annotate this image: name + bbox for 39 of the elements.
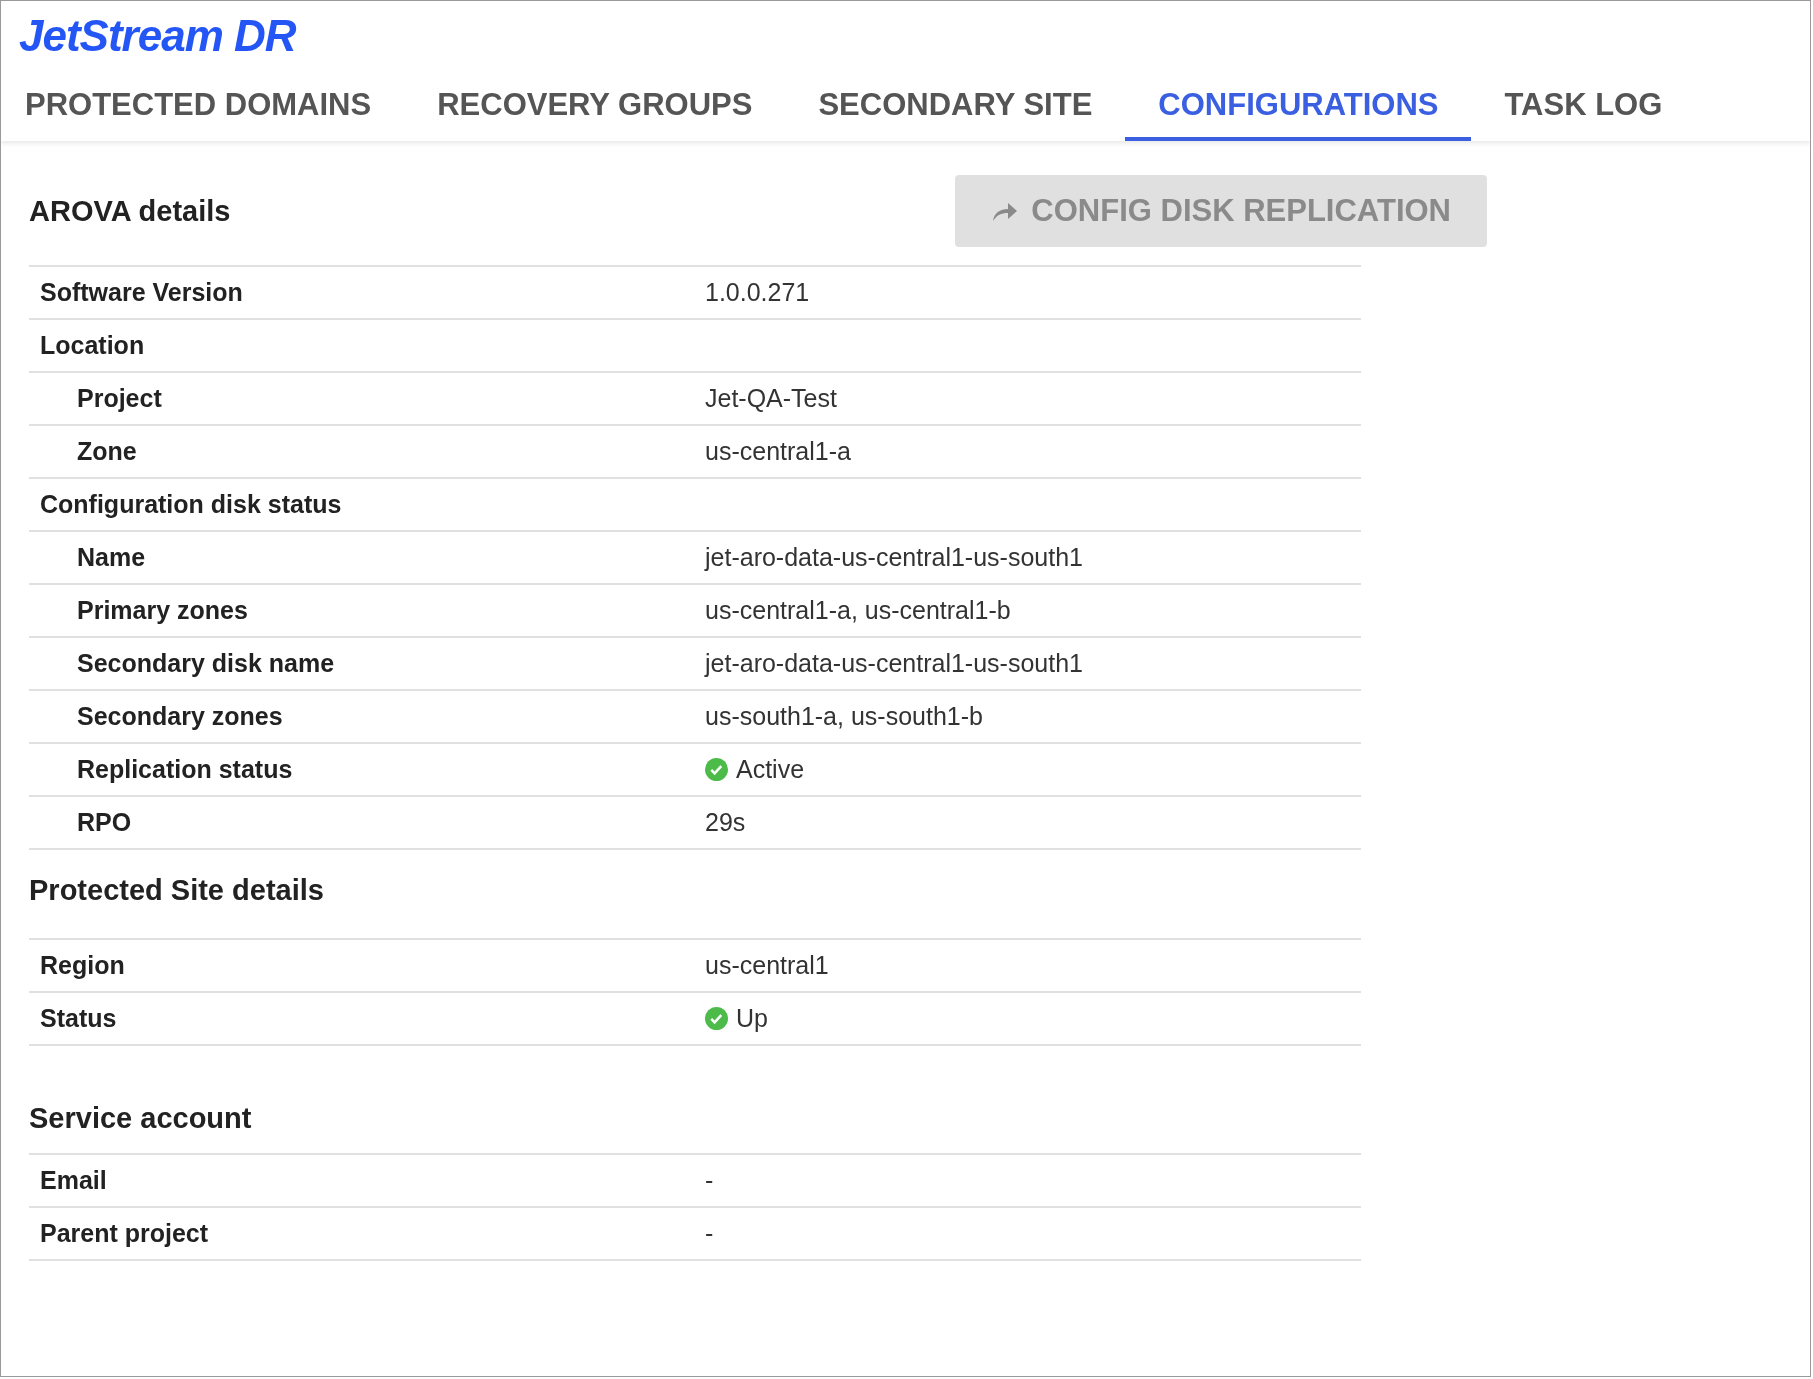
row-label: Configuration disk status [39,490,342,519]
row-label: Location [39,331,145,360]
row-label: Project [76,384,162,413]
nav-tab[interactable]: TASK LOG [1471,77,1696,141]
row-label: Primary zones [76,596,248,625]
row-value: 1.0.0.271 [705,278,810,307]
row-label: Email [39,1166,107,1195]
check-circle-icon [705,1007,728,1030]
row-label: Software Version [39,278,243,307]
row-label: Name [76,543,146,572]
row-value: us-south1-a, us-south1-b [705,702,983,731]
status-text: Active [736,755,805,784]
row-label: Status [39,1004,117,1033]
nav-tab[interactable]: RECOVERY GROUPS [404,77,786,141]
row-label: Secondary disk name [76,649,335,678]
nav-tab[interactable]: PROTECTED DOMAINS [19,77,405,141]
row-value: us-central1-a, us-central1-b [705,596,1011,625]
row-label: Replication status [76,755,293,784]
app-logo: JetStream DR [19,11,296,61]
row-value: - [705,1219,714,1248]
row-value: Jet-QA-Test [705,384,837,413]
status-text: Up [736,1004,768,1033]
row-value: 29s [705,808,746,837]
row-label: Parent project [39,1219,209,1248]
section-title: Protected Site details [29,873,324,907]
row-value: jet-aro-data-us-central1-us-south1 [705,649,1083,678]
row-value: jet-aro-data-us-central1-us-south1 [705,543,1083,572]
check-circle-icon [705,758,728,781]
nav-tab[interactable]: SECONDARY SITE [785,77,1126,141]
row-value: us-central1-a [705,437,851,466]
row-label: RPO [76,808,132,837]
row-label: Zone [76,437,137,466]
section-title: Service account [29,1102,252,1135]
nav-tab[interactable]: CONFIGURATIONS [1125,77,1472,141]
row-label: Region [39,951,125,980]
row-value: us-central1 [705,951,829,980]
row-label: Secondary zones [76,702,283,731]
section-title: AROVA details [29,194,231,228]
row-value: - [705,1166,714,1195]
